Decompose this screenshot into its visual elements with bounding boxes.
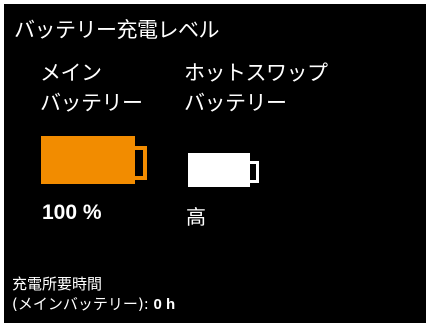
main-battery-label-line2: バッテリー xyxy=(40,91,143,115)
hotswap-battery-icon xyxy=(188,153,268,187)
hotswap-battery-terminal xyxy=(250,161,259,183)
hotswap-battery-body xyxy=(188,153,250,187)
charge-time-info: 充電所要時間 (メインバッテリー): 0 h xyxy=(12,274,175,315)
main-battery-body xyxy=(41,136,135,184)
main-battery-label-line1: メイン xyxy=(40,61,102,85)
battery-status-screen: バッテリー充電レベル メイン バッテリー ホットスワップ バッテリー 100 %… xyxy=(4,4,426,323)
charge-time-value: 0 h xyxy=(153,296,176,313)
hotswap-battery-level: 高 xyxy=(186,205,206,229)
main-battery-terminal xyxy=(135,146,147,180)
hotswap-battery-label-line1: ホットスワップ xyxy=(184,61,328,85)
main-battery-percentage: 100 % xyxy=(42,201,102,224)
main-battery-fill xyxy=(41,136,135,184)
charge-time-label: 充電所要時間 xyxy=(12,275,103,293)
main-battery-icon xyxy=(41,136,151,184)
hotswap-battery-fill xyxy=(188,153,250,187)
screen-title: バッテリー充電レベル xyxy=(14,18,220,42)
hotswap-battery-label: ホットスワップ バッテリー xyxy=(184,58,328,118)
charge-time-row: (メインバッテリー): 0 h xyxy=(12,294,175,315)
hotswap-battery-label-line2: バッテリー xyxy=(184,91,287,115)
charge-time-sub-label: (メインバッテリー): xyxy=(12,295,149,313)
main-battery-label: メイン バッテリー xyxy=(40,58,143,118)
